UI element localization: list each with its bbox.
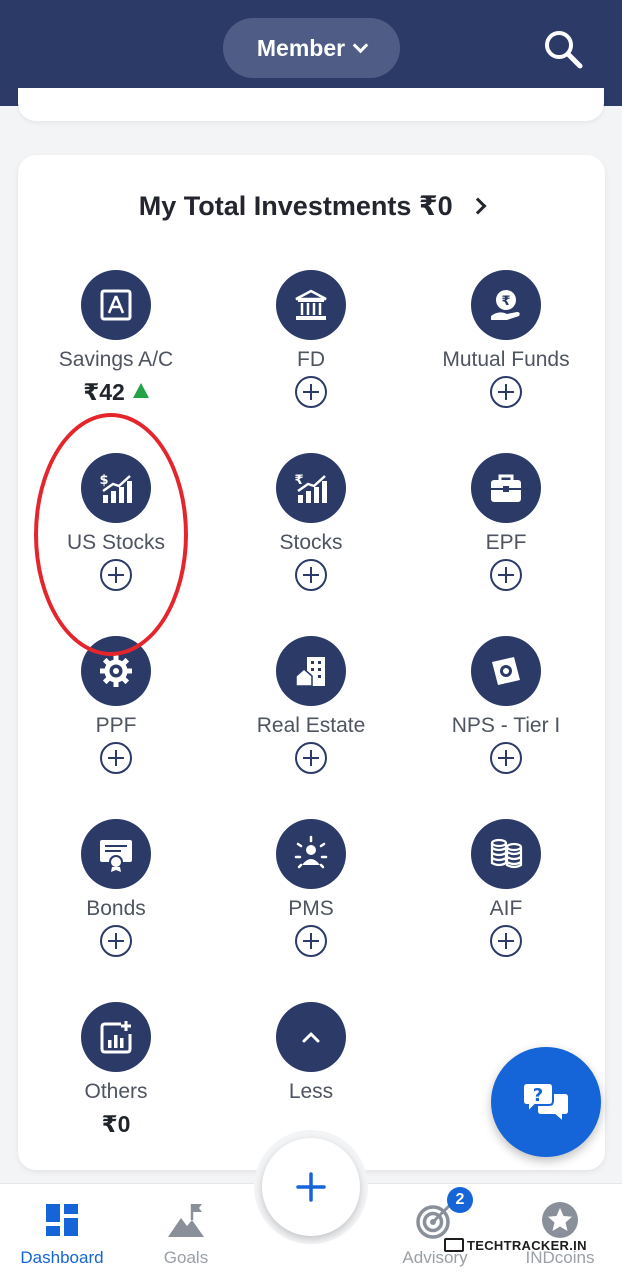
chat-help-button[interactable]: ?: [491, 1047, 601, 1157]
highlight-annotation: [34, 413, 188, 656]
investment-item-stocks: ₹ Stocks: [213, 453, 409, 591]
investment-item-pms: PMS: [213, 819, 409, 957]
add-epf-button[interactable]: [490, 559, 522, 591]
rupee-hand-icon[interactable]: ₹: [471, 270, 541, 340]
others-value: ₹0: [101, 1111, 131, 1137]
add-pms-button[interactable]: [295, 925, 327, 957]
total-investments-card: My Total Investments ₹0 Savings A/C ₹42 …: [18, 155, 605, 1170]
nav-label: Dashboard: [20, 1248, 104, 1267]
chevron-down-icon: [352, 37, 369, 53]
item-label: Bonds: [86, 897, 146, 920]
mountain-flag-icon: [168, 1204, 204, 1237]
rupee-growth-chart-icon[interactable]: ₹: [276, 453, 346, 523]
investment-item-ppf: PPF: [18, 636, 214, 774]
item-label: AIF: [489, 897, 523, 920]
portfolio-manager-icon[interactable]: [276, 819, 346, 889]
item-label: PPF: [95, 714, 137, 737]
item-label: PMS: [288, 897, 334, 920]
certificate-icon[interactable]: [81, 819, 151, 889]
member-dropdown[interactable]: Member: [223, 18, 400, 78]
savings-value: ₹42: [18, 378, 214, 406]
savings-account-icon[interactable]: [81, 270, 151, 340]
laptop-icon: [444, 1238, 464, 1252]
investment-item-aif: AIF: [408, 819, 604, 957]
coin-stacks-icon[interactable]: [471, 819, 541, 889]
item-label: Savings A/C: [58, 348, 174, 371]
previous-card-edge: [18, 88, 604, 121]
svg-text:?: ?: [533, 1085, 543, 1106]
pension-note-icon[interactable]: [471, 636, 541, 706]
investment-item-savings: Savings A/C ₹42: [18, 270, 214, 406]
add-chart-icon[interactable]: [81, 1002, 151, 1072]
plus-icon: [296, 1172, 326, 1202]
item-label: Stocks: [279, 531, 343, 554]
less-label[interactable]: Less: [213, 1080, 409, 1104]
item-label: Others: [84, 1080, 148, 1103]
nav-label: Goals: [163, 1248, 209, 1267]
member-label: Member: [256, 34, 346, 61]
bank-building-icon[interactable]: [276, 270, 346, 340]
item-label: EPF: [485, 531, 527, 554]
building-house-icon[interactable]: [276, 636, 346, 706]
investment-item-others: Others ₹0: [18, 1002, 214, 1138]
add-bonds-button[interactable]: [100, 925, 132, 957]
watermark-text: TECHTRACKER.IN: [467, 1237, 587, 1253]
item-label: Real Estate: [256, 714, 366, 737]
svg-text:₹: ₹: [501, 294, 510, 309]
dashboard-icon: [46, 1204, 78, 1236]
chevron-up-icon[interactable]: [276, 1002, 346, 1072]
add-stocks-button[interactable]: [295, 559, 327, 591]
star-coin-icon: [542, 1202, 578, 1238]
add-nps-button[interactable]: [490, 742, 522, 774]
investment-item-epf: EPF: [408, 453, 604, 591]
add-investment-button[interactable]: [262, 1138, 360, 1236]
investment-item-fd: FD: [213, 270, 409, 408]
investment-item-less: Less: [213, 1002, 409, 1104]
svg-text:₹: ₹: [294, 473, 303, 488]
add-aif-button[interactable]: [490, 925, 522, 957]
item-label: Mutual Funds: [442, 348, 570, 371]
add-mutual-funds-button[interactable]: [490, 376, 522, 408]
briefcase-icon[interactable]: [471, 453, 541, 523]
total-investments-label: My Total Investments ₹0: [138, 191, 453, 221]
total-investments-title[interactable]: My Total Investments ₹0: [18, 191, 605, 222]
add-real-estate-button[interactable]: [295, 742, 327, 774]
investment-item-real-estate: Real Estate: [213, 636, 409, 774]
search-icon[interactable]: [540, 26, 586, 72]
chat-help-icon: ?: [522, 1082, 570, 1125]
add-ppf-button[interactable]: [100, 742, 132, 774]
investment-item-nps: NPS - Tier I: [408, 636, 604, 774]
investment-item-mutual-funds: ₹ Mutual Funds: [408, 270, 604, 408]
watermark: TECHTRACKER.IN: [444, 1236, 587, 1254]
item-label: NPS - Tier I: [451, 714, 561, 737]
investment-item-bonds: Bonds: [18, 819, 214, 957]
advisory-badge: 2: [447, 1187, 473, 1213]
item-label: FD: [297, 348, 325, 371]
chevron-right-icon: [469, 197, 487, 215]
trend-up-icon: [132, 383, 149, 398]
add-fd-button[interactable]: [295, 376, 327, 408]
